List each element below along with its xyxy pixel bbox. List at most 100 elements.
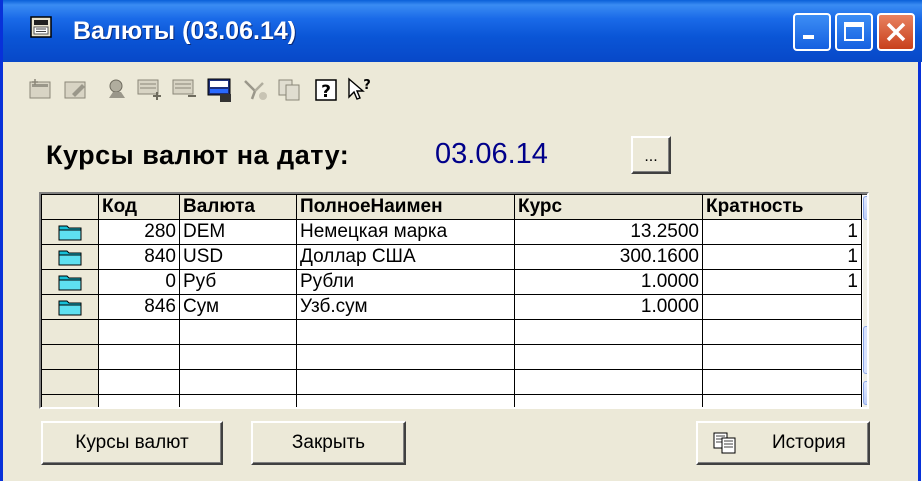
- currency-table[interactable]: Код Валюта ПолноеНаимен Курс Кратность 2…: [39, 192, 869, 409]
- cell-empty[interactable]: [98, 344, 180, 370]
- table-row-empty[interactable]: [41, 394, 862, 407]
- column-header-currency[interactable]: Валюта: [179, 194, 297, 220]
- cell-empty[interactable]: [179, 344, 297, 370]
- cell-empty[interactable]: [98, 394, 180, 407]
- cell-empty[interactable]: [98, 369, 180, 395]
- cell-empty[interactable]: [702, 369, 862, 395]
- cell-code[interactable]: 0: [98, 269, 180, 295]
- cell-rate[interactable]: 13.2500: [514, 219, 703, 245]
- delete-row-icon[interactable]: [171, 76, 199, 104]
- row-indicator[interactable]: [41, 369, 99, 395]
- cell-empty[interactable]: [296, 394, 515, 407]
- table-row-empty[interactable]: [41, 369, 862, 395]
- cell-empty[interactable]: [296, 344, 515, 370]
- app-icon: [30, 16, 52, 38]
- title-bar[interactable]: Валюты (03.06.14): [3, 0, 922, 62]
- maximize-icon: [844, 22, 864, 41]
- row-indicator[interactable]: [41, 319, 99, 345]
- cell-multiplicity[interactable]: 1: [702, 219, 862, 245]
- history-button-label: История: [772, 432, 846, 453]
- filter-icon[interactable]: [242, 76, 270, 104]
- find-icon[interactable]: [102, 76, 130, 104]
- cell-full-name[interactable]: Немецкая марка: [296, 219, 515, 245]
- cell-currency[interactable]: Сум: [179, 294, 297, 320]
- cell-rate[interactable]: 300.1600: [514, 244, 703, 270]
- row-indicator[interactable]: [41, 269, 99, 295]
- minimize-button[interactable]: [793, 13, 831, 51]
- cell-full-name[interactable]: Узб.сум: [296, 294, 515, 320]
- history-button[interactable]: История: [696, 421, 870, 465]
- cell-empty[interactable]: [702, 319, 862, 345]
- toolbar: ? ?: [6, 62, 921, 118]
- table-row[interactable]: 846 Сум Узб.сум 1.0000: [41, 294, 862, 320]
- row-indicator[interactable]: [41, 219, 99, 245]
- close-button[interactable]: Закрыть: [251, 421, 406, 465]
- table-header-row: Код Валюта ПолноеНаимен Курс Кратность: [41, 194, 862, 220]
- table-row[interactable]: 280 DEM Немецкая марка 13.2500 1: [41, 219, 862, 245]
- add-row-icon[interactable]: [136, 76, 164, 104]
- cell-empty[interactable]: [296, 319, 515, 345]
- cell-code[interactable]: 846: [98, 294, 180, 320]
- maximize-button[interactable]: [835, 13, 873, 51]
- column-header-code[interactable]: Код: [98, 194, 180, 220]
- minimize-icon: [803, 35, 814, 39]
- scroll-down-button[interactable]: [863, 381, 867, 405]
- table-row[interactable]: 840 USD Доллар США 300.1600 1: [41, 244, 862, 270]
- cell-empty[interactable]: [514, 344, 703, 370]
- grip-icon: [864, 327, 869, 373]
- cell-full-name[interactable]: Рубли: [296, 269, 515, 295]
- row-indicator[interactable]: [41, 244, 99, 270]
- cell-full-name[interactable]: Доллар США: [296, 244, 515, 270]
- vertical-scrollbar[interactable]: [863, 196, 869, 407]
- row-indicator[interactable]: [41, 394, 99, 407]
- cell-currency[interactable]: USD: [179, 244, 297, 270]
- svg-text:?: ?: [321, 82, 331, 102]
- cell-rate[interactable]: 1.0000: [514, 294, 703, 320]
- table-row-empty[interactable]: [41, 344, 862, 370]
- folder-icon: [58, 300, 82, 316]
- rates-date-label: Курсы валют на дату:: [46, 140, 350, 170]
- folder-icon: [58, 275, 82, 291]
- rates-date-value: 03.06.14: [435, 138, 548, 170]
- cell-multiplicity[interactable]: 1: [702, 269, 862, 295]
- row-indicator[interactable]: [41, 344, 99, 370]
- column-header-full-name[interactable]: ПолноеНаимен: [296, 194, 515, 220]
- scroll-up-button[interactable]: [863, 196, 867, 220]
- currency-rates-button-label: Курсы валют: [75, 432, 189, 453]
- history-icon: [713, 432, 736, 454]
- cell-rate[interactable]: 1.0000: [514, 269, 703, 295]
- cell-empty[interactable]: [179, 319, 297, 345]
- help-icon[interactable]: ?: [312, 76, 340, 104]
- save-icon[interactable]: [206, 76, 234, 104]
- window-title: Валюты (03.06.14): [73, 17, 297, 45]
- edit-record-icon[interactable]: [62, 76, 90, 104]
- scroll-thumb[interactable]: [863, 326, 869, 374]
- cell-empty[interactable]: [98, 319, 180, 345]
- cell-code[interactable]: 280: [98, 219, 180, 245]
- table-row[interactable]: 0 Руб Рубли 1.0000 1: [41, 269, 862, 295]
- cell-empty[interactable]: [296, 369, 515, 395]
- cell-multiplicity[interactable]: 1: [702, 244, 862, 270]
- pick-date-button[interactable]: ...: [631, 136, 671, 174]
- folder-icon: [58, 225, 82, 241]
- cell-empty[interactable]: [514, 369, 703, 395]
- copy-icon[interactable]: [276, 76, 304, 104]
- cell-empty[interactable]: [179, 369, 297, 395]
- cell-empty[interactable]: [514, 319, 703, 345]
- cell-multiplicity[interactable]: [702, 294, 862, 320]
- cell-currency[interactable]: Руб: [179, 269, 297, 295]
- column-header-multiplicity[interactable]: Кратность: [702, 194, 862, 220]
- cell-empty[interactable]: [179, 394, 297, 407]
- close-window-button[interactable]: [877, 13, 915, 51]
- currency-rates-button[interactable]: Курсы валют: [41, 421, 223, 465]
- table-row-empty[interactable]: [41, 319, 862, 345]
- cell-empty[interactable]: [702, 344, 862, 370]
- row-indicator[interactable]: [41, 294, 99, 320]
- column-header-rate[interactable]: Курс: [514, 194, 703, 220]
- cell-empty[interactable]: [702, 394, 862, 407]
- cell-currency[interactable]: DEM: [179, 219, 297, 245]
- context-help-icon[interactable]: ?: [345, 76, 373, 104]
- cell-code[interactable]: 840: [98, 244, 180, 270]
- cell-empty[interactable]: [514, 394, 703, 407]
- new-record-icon[interactable]: [27, 76, 55, 104]
